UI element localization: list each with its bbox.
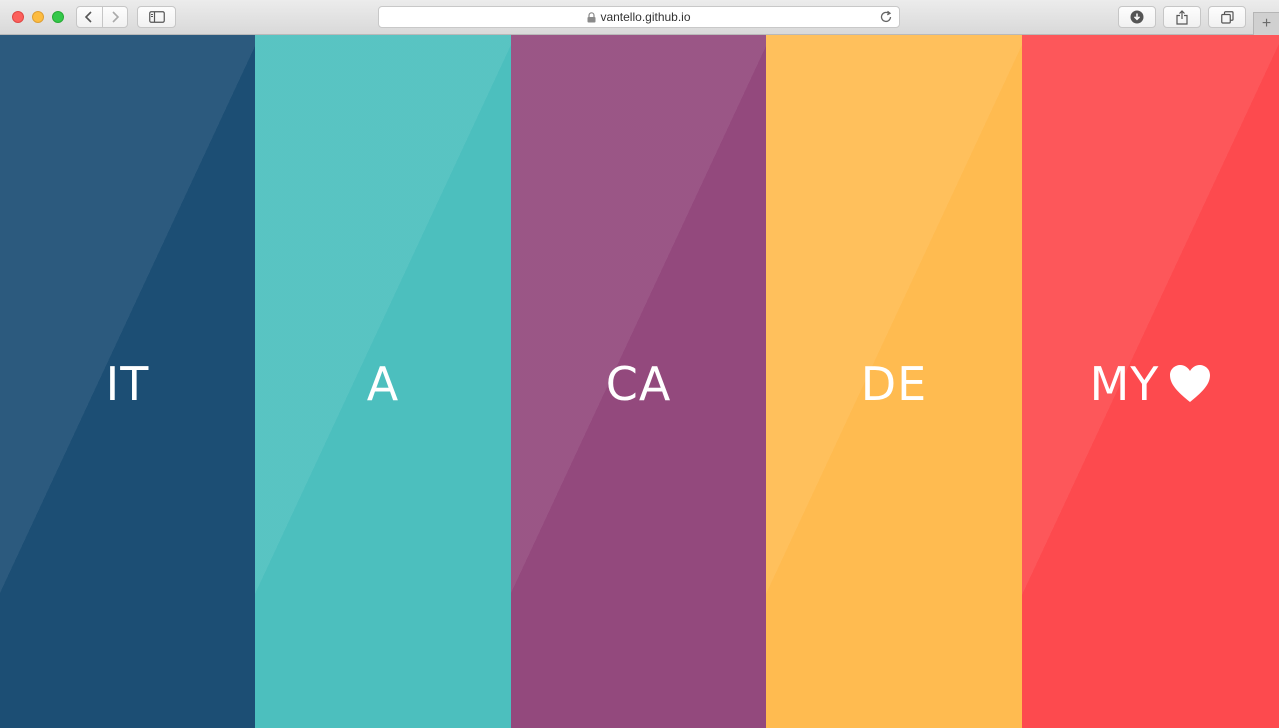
sidebar-icon [148, 11, 165, 23]
tabs-overview-button[interactable] [1208, 6, 1246, 28]
lock-icon [587, 11, 596, 23]
downloads-button[interactable] [1118, 6, 1156, 28]
new-tab-button[interactable]: + [1253, 12, 1279, 35]
heart-icon [1169, 364, 1211, 404]
plus-icon: + [1261, 15, 1272, 32]
panel-it[interactable]: IT [0, 35, 255, 728]
address-bar[interactable]: vantello.github.io [378, 6, 900, 28]
panel-ca[interactable]: CA [511, 35, 766, 728]
panel-label: IT [105, 357, 150, 411]
url-text: vantello.github.io [600, 10, 691, 24]
panel-label: MY [1089, 357, 1160, 411]
maximize-window-button[interactable] [52, 11, 64, 23]
panel-label-group: MY [1090, 357, 1212, 411]
panel-label: A [366, 357, 400, 411]
share-button[interactable] [1163, 6, 1201, 28]
panel-label: CA [605, 357, 672, 411]
panel-my[interactable]: MY [1022, 35, 1279, 728]
panel-de[interactable]: DE [766, 35, 1022, 728]
browser-toolbar: vantello.github.io + [0, 0, 1279, 35]
sidebar-button[interactable] [137, 6, 176, 28]
minimize-window-button[interactable] [32, 11, 44, 23]
panel-a[interactable]: A [255, 35, 511, 728]
panel-label: DE [860, 357, 928, 411]
chevron-left-icon [85, 11, 92, 23]
share-icon [1176, 9, 1188, 25]
browser-window: vantello.github.io + IT A CA DE MY [0, 0, 1279, 728]
reload-icon[interactable] [879, 10, 893, 24]
forward-button[interactable] [101, 7, 128, 27]
tabs-overview-icon [1220, 10, 1234, 24]
chevron-right-icon [112, 11, 119, 23]
page-content: IT A CA DE MY [0, 35, 1279, 728]
close-window-button[interactable] [12, 11, 24, 23]
back-button[interactable] [77, 7, 102, 27]
navigation-buttons [76, 6, 128, 28]
download-icon [1130, 10, 1144, 24]
